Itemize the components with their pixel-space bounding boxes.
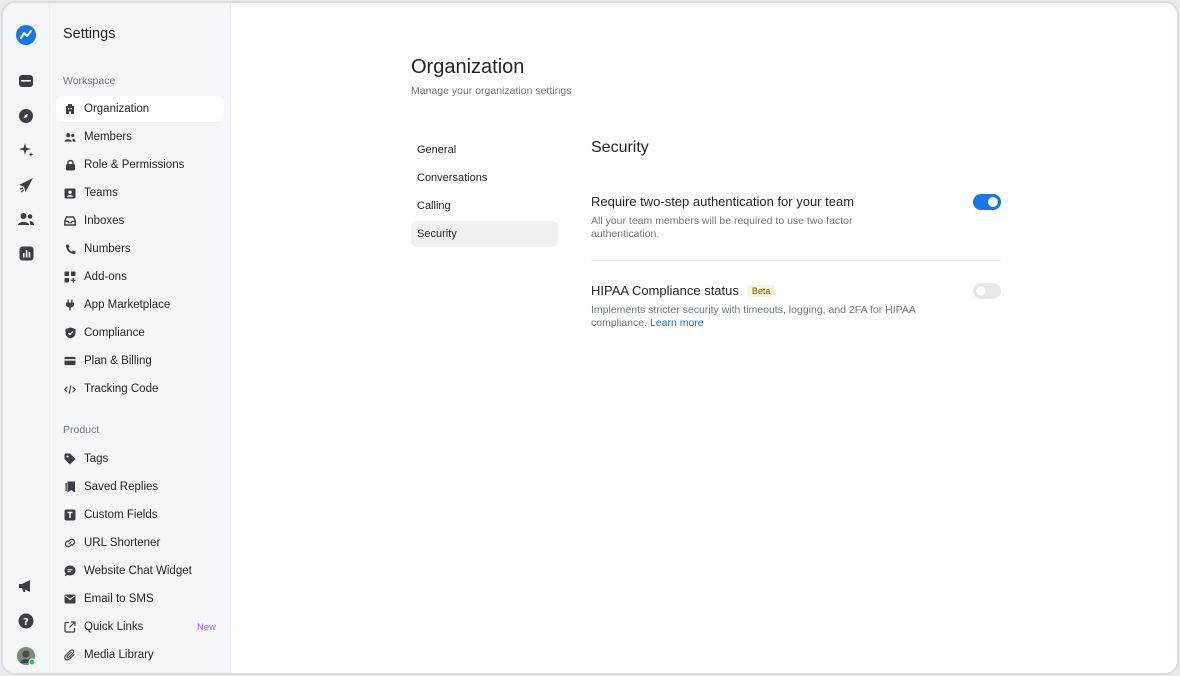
tag-icon: [64, 453, 76, 465]
toggle-knob: [988, 197, 998, 207]
sidebar-item-label: Compliance: [84, 327, 145, 339]
two-step-auth-title: Require two-step authentication for your…: [591, 194, 854, 209]
text-field-icon: [64, 509, 76, 521]
sidebar-item-label: Saved Replies: [84, 481, 159, 493]
megaphone-icon[interactable]: [15, 575, 37, 597]
divider: [591, 260, 1001, 261]
hipaa-desc: Implements stricter security with timeou…: [591, 304, 921, 330]
external-link-icon: [64, 621, 76, 633]
sidebar-item-label: Email to SMS: [84, 593, 154, 605]
sidebar-item-label: Plan & Billing: [84, 355, 152, 367]
sidebar-item-label: Teams: [84, 187, 118, 199]
sidebar-item-email-to-sms[interactable]: Email to SMS: [56, 586, 224, 612]
sidebar-item-website-chat-widget[interactable]: Website Chat Widget: [56, 558, 224, 584]
credit-card-icon: [64, 355, 76, 367]
page-subtitle: Manage your organization settings: [411, 85, 572, 97]
phone-icon: [64, 243, 76, 255]
avatar[interactable]: [15, 645, 37, 667]
sidebar-item-url-shortener[interactable]: URL Shortener: [56, 530, 224, 556]
sidebar-item-inboxes[interactable]: Inboxes: [56, 208, 224, 234]
learn-more-link[interactable]: Learn more: [650, 317, 704, 329]
sidebar-item-label: Add-ons: [84, 271, 127, 283]
option-title-text: Require two-step authentication for your…: [591, 194, 855, 209]
sidebar-item-label: Organization: [84, 103, 150, 115]
two-step-auth-desc: All your team members will be required t…: [591, 215, 853, 240]
sidebar-item-plan-billing[interactable]: Plan & Billing: [56, 348, 224, 374]
sidebar-item-role-permissions[interactable]: Role & Permissions: [56, 152, 224, 178]
mail-icon: [64, 593, 76, 605]
building-icon: [64, 103, 76, 115]
sidebar-item-teams[interactable]: Teams: [56, 180, 224, 206]
main-content: Organization Manage your organization se…: [231, 3, 1177, 673]
sidebar-item-label: App Marketplace: [84, 299, 171, 311]
section-title: Security: [591, 139, 649, 156]
sidebar-item-compliance[interactable]: Compliance: [56, 320, 224, 346]
grid-plus-icon: [64, 271, 76, 283]
new-badge: New: [196, 621, 216, 633]
beta-badge: Beta: [746, 284, 776, 297]
tab-security[interactable]: Security: [411, 221, 558, 247]
tab-conversations[interactable]: Conversations: [411, 165, 558, 191]
sidebar-item-tags[interactable]: Tags: [56, 446, 224, 472]
sidebar-item-media-library[interactable]: Media Library: [56, 642, 224, 668]
icon-rail: ?: [3, 3, 50, 673]
lock-icon: [64, 159, 76, 171]
sidebar-item-label: Quick Links: [84, 621, 144, 633]
tab-calling[interactable]: Calling: [411, 193, 558, 219]
inbox-icon[interactable]: [15, 70, 37, 92]
sidebar-item-label: Media Library: [84, 649, 154, 661]
chat-bubble-icon: [64, 565, 76, 577]
svg-text:?: ?: [23, 617, 29, 628]
toggle-knob: [976, 286, 986, 296]
sidebar-item-members[interactable]: Members: [56, 124, 224, 150]
settings-sidebar: Settings Workspace Organization Members …: [50, 3, 231, 673]
section-label-workspace: Workspace: [63, 75, 116, 87]
paperclip-icon: [64, 649, 76, 661]
shield-icon: [64, 327, 76, 339]
sidebar-item-label: URL Shortener: [84, 537, 161, 549]
sidebar-item-organization[interactable]: Organization: [56, 96, 224, 122]
sidebar-item-label: Tags: [84, 453, 109, 465]
sidebar-item-add-ons[interactable]: Add-ons: [56, 264, 224, 290]
logo-icon[interactable]: [15, 24, 37, 46]
users-icon: [64, 131, 76, 143]
sidebar-item-saved-replies[interactable]: Saved Replies: [56, 474, 224, 500]
sidebar-item-label: Numbers: [84, 243, 131, 255]
sidebar-item-label: Tracking Code: [84, 383, 159, 395]
id-card-icon: [64, 187, 76, 199]
code-icon: [64, 383, 76, 395]
sidebar-item-label: Role & Permissions: [84, 159, 185, 171]
analytics-icon[interactable]: [15, 242, 37, 264]
sparkle-icon[interactable]: [15, 139, 37, 161]
help-icon[interactable]: ?: [15, 610, 37, 632]
sidebar-item-quick-links[interactable]: Quick Links New: [56, 614, 224, 640]
compass-icon[interactable]: [15, 105, 37, 127]
sidebar-item-label: Website Chat Widget: [84, 565, 192, 577]
option-title-text: HIPAA Compliance status: [591, 283, 739, 298]
sidebar-item-app-marketplace[interactable]: App Marketplace: [56, 292, 224, 318]
inbox-icon: [64, 215, 76, 227]
two-step-auth-toggle[interactable]: [973, 194, 1001, 210]
tab-general[interactable]: General: [411, 137, 558, 163]
sidebar-item-numbers[interactable]: Numbers: [56, 236, 224, 262]
sidebar-item-tracking-code[interactable]: Tracking Code: [56, 376, 224, 402]
bookmark-icon: [64, 481, 76, 493]
hipaa-title: HIPAA Compliance status Beta: [591, 283, 776, 298]
hipaa-toggle[interactable]: [973, 283, 1001, 299]
app-window: ? Settings Workspace Organization Member…: [1, 1, 1179, 675]
page-title: Organization: [411, 56, 525, 78]
section-label-product: Product: [63, 424, 100, 436]
contacts-icon[interactable]: [15, 208, 37, 230]
hipaa-desc-text: Implements stricter security with timeou…: [591, 304, 916, 329]
sidebar-title: Settings: [63, 26, 116, 42]
link-icon: [64, 537, 76, 549]
sidebar-item-label: Custom Fields: [84, 509, 158, 521]
plug-icon: [64, 299, 76, 311]
send-icon[interactable]: [15, 174, 37, 196]
sidebar-item-label: Inboxes: [84, 215, 125, 227]
sidebar-item-label: Members: [84, 131, 132, 143]
sidebar-item-custom-fields[interactable]: Custom Fields: [56, 502, 224, 528]
